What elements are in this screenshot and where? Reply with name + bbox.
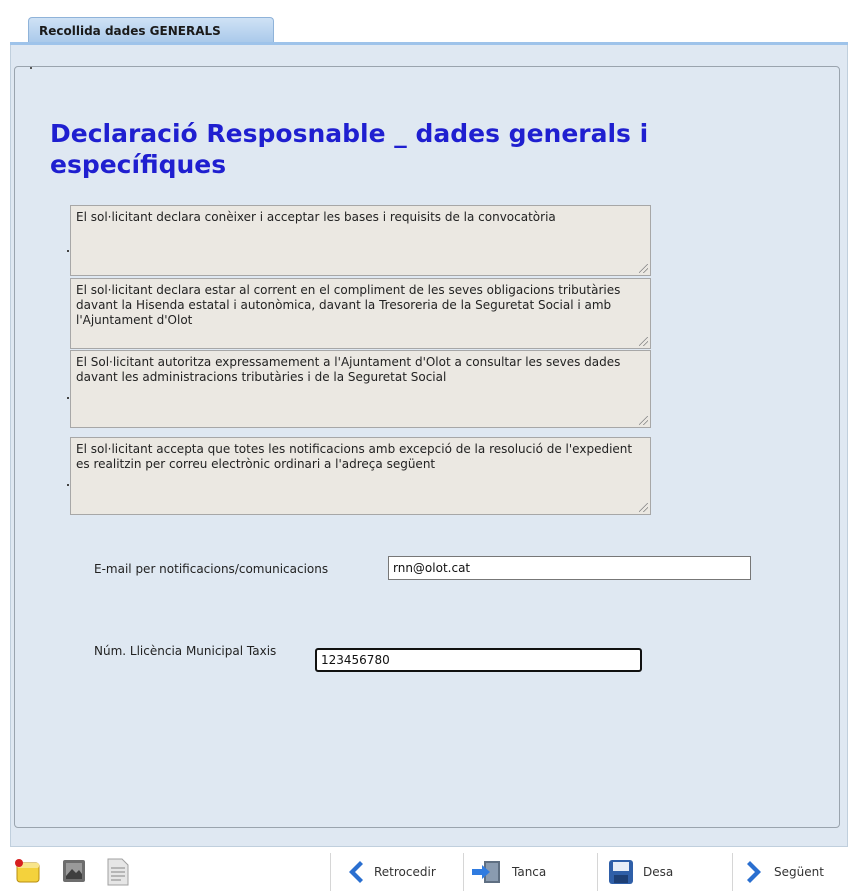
- row-marker: [67, 250, 69, 252]
- document-icon[interactable]: [106, 858, 130, 890]
- next-button-label: Següent: [774, 865, 824, 879]
- toolbar-separator: [597, 853, 598, 891]
- floppy-disk-icon: [609, 860, 633, 884]
- declaration-text-1: El sol·licitant declara conèixer i accep…: [76, 210, 556, 224]
- declaration-textarea-3[interactable]: El Sol·licitant autoritza expressamement…: [70, 350, 651, 428]
- email-label: E-mail per notificacions/comunicacions: [94, 562, 329, 576]
- resize-handle-icon[interactable]: [639, 337, 648, 346]
- resize-handle-icon[interactable]: [639, 503, 648, 512]
- save-button-label: Desa: [643, 865, 674, 879]
- back-button-label: Retrocedir: [374, 865, 436, 879]
- image-viewer-icon[interactable]: [62, 858, 86, 888]
- declaration-textarea-2[interactable]: El sol·licitant declara estar al corrent…: [70, 278, 651, 349]
- chevron-right-icon: [747, 861, 761, 883]
- chevron-left-icon: [349, 861, 363, 883]
- declaration-text-2: El sol·licitant declara estar al corrent…: [76, 283, 621, 327]
- row-marker: [67, 397, 69, 399]
- tab-recollida-dades-generals[interactable]: Recollida dades GENERALS: [28, 17, 274, 43]
- save-button[interactable]: Desa: [607, 853, 673, 891]
- next-button[interactable]: Següent: [744, 853, 824, 891]
- declaration-textarea-1[interactable]: El sol·licitant declara conèixer i accep…: [70, 205, 651, 276]
- toolbar-separator: [732, 853, 733, 891]
- toolbar-separator: [330, 853, 331, 891]
- close-button[interactable]: Tanca: [470, 853, 546, 891]
- row-marker: [67, 484, 69, 486]
- license-number-field[interactable]: [315, 648, 642, 672]
- declaration-textarea-4[interactable]: El sol·licitant accepta que totes les no…: [70, 437, 651, 515]
- page-title: Declaració Resposnable _ dades generals …: [50, 119, 649, 179]
- toolbar-separator: [463, 853, 464, 891]
- license-label: Núm. Llicència Municipal Taxis: [94, 644, 277, 658]
- fieldset-legend-marker: [30, 67, 32, 69]
- declaration-text-3: El Sol·licitant autoritza expressamement…: [76, 355, 621, 384]
- resize-handle-icon[interactable]: [639, 264, 648, 273]
- close-button-label: Tanca: [512, 865, 547, 879]
- declaration-text-4: El sol·licitant accepta que totes les no…: [76, 442, 633, 471]
- resize-handle-icon[interactable]: [639, 416, 648, 425]
- back-button[interactable]: Retrocedir: [344, 853, 436, 891]
- exit-door-icon: [472, 861, 500, 883]
- new-note-icon[interactable]: [14, 858, 42, 888]
- email-field[interactable]: [388, 556, 751, 580]
